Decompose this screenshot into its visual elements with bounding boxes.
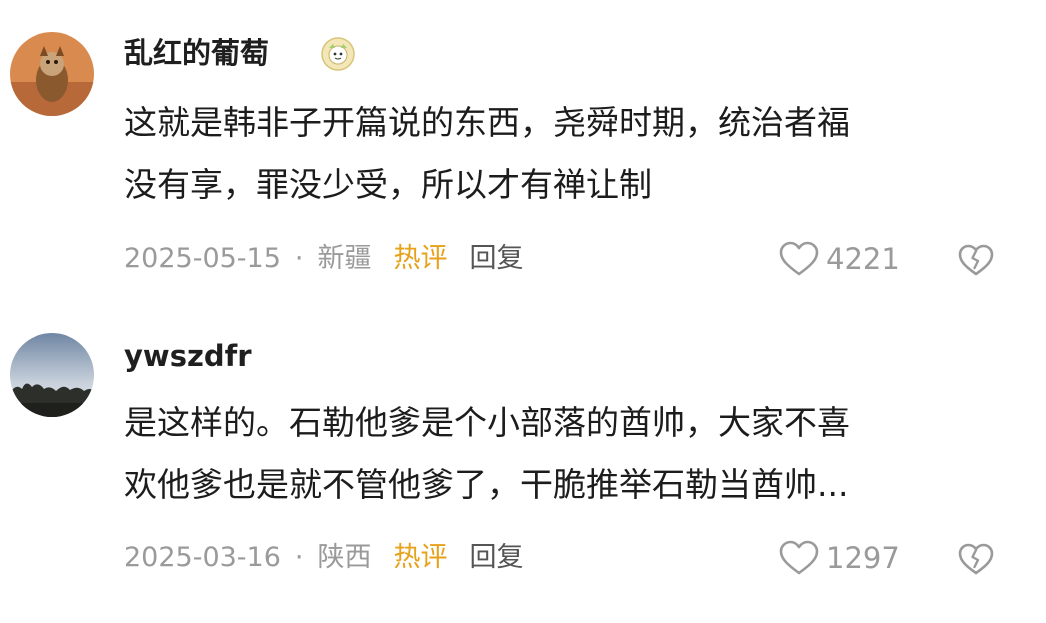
hot-comment-badge: 热评 xyxy=(393,542,448,573)
avatar[interactable] xyxy=(10,32,94,116)
meta-separator: · xyxy=(294,542,304,573)
reply-button[interactable]: 回复 xyxy=(470,540,524,576)
comment-text: 这就是韩非子开篇说的东西，尧舜时期，统治者福 没有享，罪没少受，所以才有禅让制 xyxy=(124,92,1019,216)
avatar[interactable] xyxy=(10,333,94,417)
like-button[interactable]: 1297 xyxy=(778,538,900,578)
cartoon-badge-icon xyxy=(320,36,356,72)
reply-button[interactable]: 回复 xyxy=(470,241,524,277)
broken-heart-icon xyxy=(958,244,994,276)
dislike-button[interactable] xyxy=(956,240,996,280)
comment-date: 2025-05-15 xyxy=(124,243,281,274)
heart-outline-icon xyxy=(779,241,819,276)
comment-date: 2025-03-16 xyxy=(124,542,281,573)
comment-text-line: 欢他爹也是就不管他爹了，干脆推举石勒当酋帅... xyxy=(124,465,849,504)
comment-item: 乱红的葡萄 这就是韩非子开篇说的东西，尧舜时期，统治者福 没有享，罪没少受，所以… xyxy=(0,0,1046,300)
broken-heart-icon xyxy=(958,543,994,575)
avatar-image xyxy=(10,333,94,417)
comment-meta: 2025-03-16 · 陕西 热评 回复 xyxy=(124,540,524,576)
comment-location: 陕西 xyxy=(317,542,372,573)
comment-meta: 2025-05-15 · 新疆 热评 回复 xyxy=(124,241,524,277)
comment-location: 新疆 xyxy=(317,243,372,274)
comment-text-line: 是这样的。石勒他爹是个小部落的酋帅，大家不喜 xyxy=(124,403,850,442)
username[interactable]: 乱红的葡萄 xyxy=(124,35,269,71)
hot-comment-badge: 热评 xyxy=(393,243,448,274)
like-count: 1297 xyxy=(826,541,900,575)
avatar-image xyxy=(10,32,94,116)
like-count: 4221 xyxy=(826,242,900,276)
meta-separator: · xyxy=(294,243,304,274)
comment-text-line: 这就是韩非子开篇说的东西，尧舜时期，统治者福 xyxy=(124,103,850,142)
dislike-button[interactable] xyxy=(956,539,996,579)
comment-text-line: 没有享，罪没少受，所以才有禅让制 xyxy=(124,165,652,204)
heart-outline-icon xyxy=(779,540,819,575)
comment-item: ywszdfr 是这样的。石勒他爹是个小部落的酋帅，大家不喜 欢他爹也是就不管他… xyxy=(0,300,1046,623)
like-button[interactable]: 4221 xyxy=(778,239,900,279)
username[interactable]: ywszdfr xyxy=(124,338,252,374)
comment-text: 是这样的。石勒他爹是个小部落的酋帅，大家不喜 欢他爹也是就不管他爹了，干脆推举石… xyxy=(124,392,1019,516)
